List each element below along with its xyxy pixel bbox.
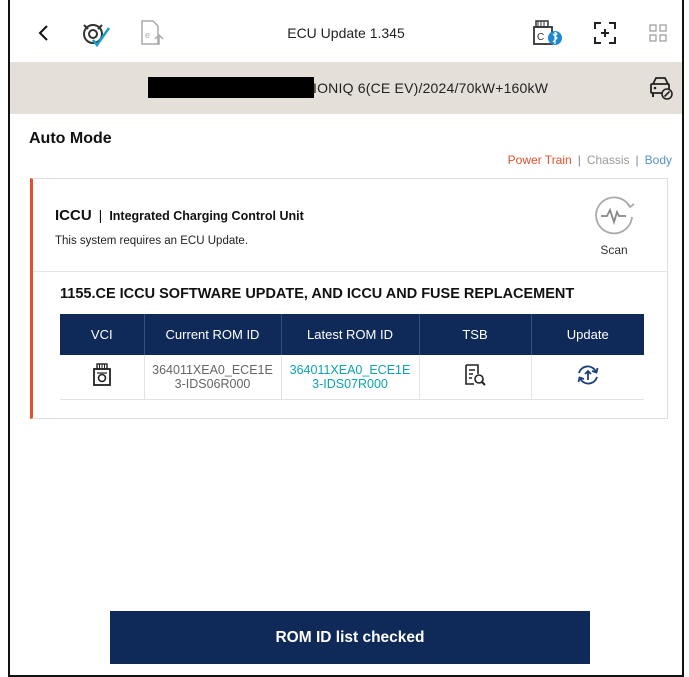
svg-text:e: e <box>145 30 150 40</box>
category-filter: Power Train | Chassis | Body <box>508 153 672 167</box>
back-arrow-icon[interactable] <box>32 18 56 48</box>
app-window: e ECU Update 1.345 C IONIQ 6(CE EV)/2024… <box>8 0 684 677</box>
export-doc-icon[interactable]: e <box>137 18 167 48</box>
category-divider: | <box>635 153 639 167</box>
bluetooth-vci-icon[interactable]: C <box>530 18 566 48</box>
system-name: Integrated Charging Control Unit <box>109 209 304 223</box>
scan-button[interactable]: Scan <box>589 193 639 263</box>
latest-rom-id: 364011XEA0_ECE1E 3-IDS07R000 <box>281 355 420 400</box>
category-power-train[interactable]: Power Train <box>508 153 572 167</box>
rom-id-table: VCI Current ROM ID Latest ROM ID TSB Upd… <box>60 314 644 400</box>
update-title: 1155.CE ICCU SOFTWARE UPDATE, AND ICCU A… <box>60 286 575 302</box>
vci-cell[interactable] <box>60 355 145 400</box>
current-rom-line1: 364011XEA0_ECE1E <box>152 362 273 377</box>
update-cell[interactable] <box>531 355 644 400</box>
category-chassis[interactable]: Chassis <box>587 153 630 167</box>
vci-check-icon[interactable] <box>78 18 114 48</box>
redacted-vin <box>148 77 314 98</box>
column-header-update: Update <box>531 314 644 355</box>
system-divider: | <box>98 207 103 223</box>
vehicle-info-bar: IONIQ 6(CE EV)/2024/70kW+160kW <box>10 62 682 114</box>
latest-rom-line1: 364011XEA0_ECE1E <box>289 362 411 377</box>
svg-text:C: C <box>537 32 544 43</box>
grid-menu-icon[interactable] <box>646 18 670 48</box>
rom-id-list-checked-button[interactable]: ROM ID list checked <box>110 611 590 664</box>
system-code: ICCU <box>55 207 92 224</box>
column-header-vci: VCI <box>60 314 145 355</box>
system-message: This system requires an ECU Update. <box>55 235 249 247</box>
screenshot-icon[interactable] <box>590 18 620 48</box>
scan-waveform-icon <box>595 196 635 235</box>
system-header: ICCU | Integrated Charging Control Unit <box>55 207 304 224</box>
column-header-current-rom: Current ROM ID <box>144 314 282 355</box>
current-rom-line2: 3-IDS06R000 <box>174 376 251 391</box>
table-header-row: VCI Current ROM ID Latest ROM ID TSB Upd… <box>60 314 644 355</box>
column-header-tsb: TSB <box>419 314 532 355</box>
table-row: 364011XEA0_ECE1E 3-IDS06R000 364011XEA0_… <box>60 355 644 400</box>
column-header-latest-rom: Latest ROM ID <box>281 314 420 355</box>
card-divider <box>33 271 667 272</box>
category-divider: | <box>577 153 581 167</box>
system-card: ICCU | Integrated Charging Control Unit Th… <box>30 178 668 419</box>
scan-label: Scan <box>600 243 628 257</box>
vci-device-icon <box>92 363 111 387</box>
vehicle-info-icon[interactable] <box>648 75 674 106</box>
latest-rom-line2: 3-IDS07R000 <box>312 376 388 391</box>
current-rom-id: 364011XEA0_ECE1E 3-IDS06R000 <box>144 355 282 400</box>
update-refresh-icon <box>577 365 599 385</box>
tsb-document-search-icon <box>465 364 486 386</box>
mode-title: Auto Mode <box>29 130 112 147</box>
top-toolbar: e ECU Update 1.345 C <box>10 0 682 62</box>
category-body[interactable]: Body <box>645 153 672 167</box>
tsb-cell[interactable] <box>419 355 532 400</box>
vehicle-description: IONIQ 6(CE EV)/2024/70kW+160kW <box>313 80 549 96</box>
